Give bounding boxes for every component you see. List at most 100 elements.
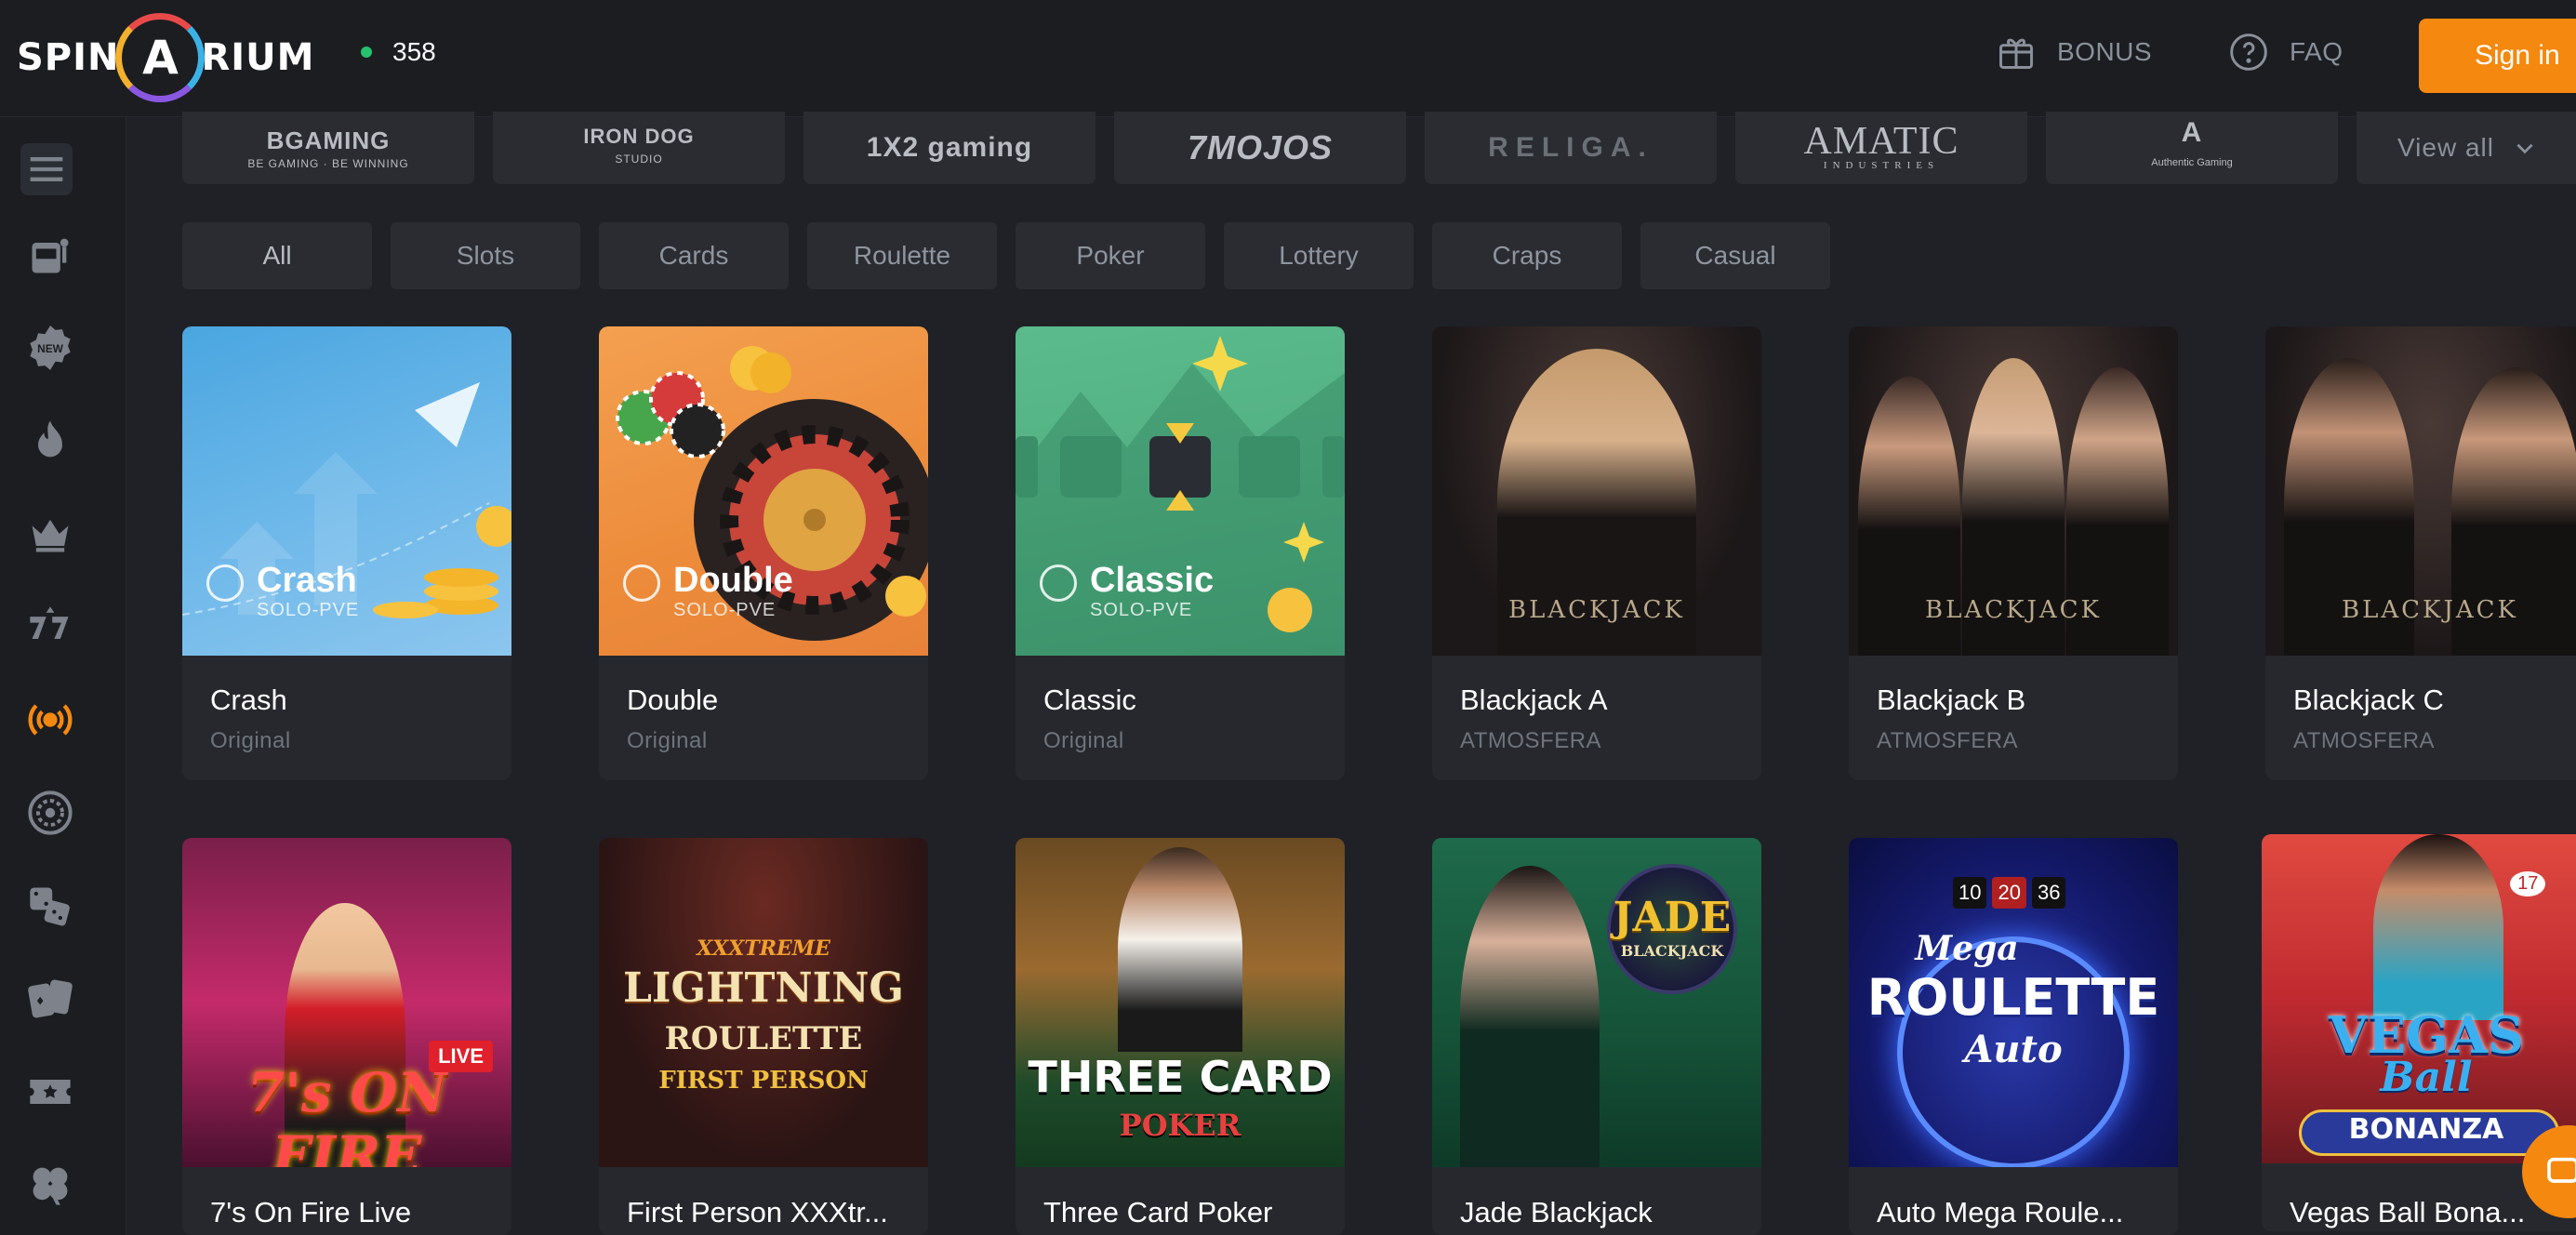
game-card-double[interactable]: Double SOLO-PVE Double Original bbox=[599, 326, 928, 780]
game-card-jade-blackjack[interactable]: JADE BLACKJACK Jade Blackjack bbox=[1432, 838, 1761, 1235]
thumb-subtitle: SOLO-PVE bbox=[1090, 600, 1193, 620]
provider-bgaming[interactable]: BGAMING BE GAMING · BE WINNING bbox=[182, 112, 474, 184]
thumb-title: THREE CARD bbox=[1028, 1052, 1333, 1102]
fire-icon[interactable] bbox=[26, 417, 74, 465]
game-title: Vegas Ball Bona... bbox=[2290, 1196, 2526, 1228]
bonus-link[interactable]: BONUS bbox=[1996, 32, 2152, 73]
thumb-label: Double SOLO-PVE bbox=[623, 561, 793, 621]
new-badge-icon[interactable]: NEW bbox=[26, 324, 74, 372]
game-card-auto-mega-roulette[interactable]: 10 20 36 Mega ROULETTE Auto Auto Mega Ro… bbox=[1849, 838, 2178, 1235]
game-thumbnail: BLACKJACK bbox=[1432, 326, 1761, 656]
game-thumbnail: 3 17 VEGAS Ball BONANZA bbox=[2262, 834, 2576, 1163]
game-card-7s-on-fire[interactable]: 7's ON FIRE LIVE 7's On Fire Live bbox=[182, 838, 511, 1235]
game-card-blackjack-b[interactable]: BLACKJACK Blackjack B ATMOSFERA bbox=[1849, 326, 2178, 780]
game-thumbnail: BLACKJACK bbox=[2265, 326, 2576, 656]
tab-craps[interactable]: Craps bbox=[1432, 222, 1622, 289]
game-card-blackjack-a[interactable]: BLACKJACK Blackjack A ATMOSFERA bbox=[1432, 326, 1761, 780]
tab-cards[interactable]: Cards bbox=[599, 222, 789, 289]
game-card-crash[interactable]: Crash SOLO-PVE Crash Original bbox=[182, 326, 511, 780]
game-title: Blackjack C bbox=[2293, 684, 2444, 716]
game-card-classic[interactable]: Classic SOLO-PVE Classic Original bbox=[1016, 326, 1345, 780]
thumb-title: BLACKJACK bbox=[1925, 596, 2102, 624]
provider-religa[interactable]: RELIGA. bbox=[1425, 112, 1717, 184]
game-provider: ATMOSFERA bbox=[1877, 728, 2019, 753]
tab-lottery[interactable]: Lottery bbox=[1224, 222, 1414, 289]
game-thumbnail: JADE BLACKJACK bbox=[1432, 838, 1761, 1167]
provider-name: AMATIC bbox=[1803, 120, 1959, 163]
spinarium-logo[interactable]: SPIN A RIUM bbox=[17, 11, 314, 104]
online-status-dot-icon bbox=[361, 46, 372, 58]
game-card-three-card-poker[interactable]: THREE CARD POKER Three Card Poker bbox=[1016, 838, 1345, 1235]
logo-ring-letter: A bbox=[142, 31, 179, 85]
thumb-sub: BLACKJACK bbox=[1620, 942, 1724, 960]
provider-authentic-gaming[interactable]: A Authentic Gaming bbox=[2046, 112, 2338, 184]
dice-icon[interactable] bbox=[26, 882, 74, 930]
game-title: Three Card Poker bbox=[1043, 1196, 1273, 1228]
left-sidebar: NEW bbox=[0, 117, 126, 1235]
game-provider: Original bbox=[1043, 728, 1124, 753]
view-all-label: View all bbox=[2397, 133, 2494, 162]
menu-icon[interactable] bbox=[20, 143, 73, 195]
game-thumbnail: THREE CARD POKER bbox=[1016, 838, 1345, 1167]
thumb-subtitle: SOLO-PVE bbox=[257, 600, 360, 620]
sign-in-button[interactable]: Sign in bbox=[2419, 19, 2576, 93]
thumb-bottom: FIRST PERSON bbox=[658, 1067, 869, 1095]
thumb-title: 7's ON FIRE bbox=[246, 1061, 447, 1167]
provider-irondog[interactable]: IRON DOG STUDIO bbox=[493, 112, 785, 184]
chevron-down-icon bbox=[2516, 143, 2533, 154]
provider-name: BGAMING bbox=[266, 126, 391, 154]
faq-link[interactable]: FAQ bbox=[2228, 32, 2344, 73]
view-all-providers-button[interactable]: View all bbox=[2357, 112, 2576, 184]
thumb-label: Classic SOLO-PVE bbox=[1040, 561, 1214, 621]
tab-poker[interactable]: Poker bbox=[1016, 222, 1205, 289]
provider-name: A bbox=[2181, 117, 2203, 148]
tab-slots[interactable]: Slots bbox=[391, 222, 580, 289]
provider-strip: BGAMING BE GAMING · BE WINNING IRON DOG ST… bbox=[182, 112, 2576, 184]
roulette-number: 10 bbox=[1953, 877, 1987, 909]
crown-icon[interactable] bbox=[26, 510, 74, 558]
game-title: Classic bbox=[1043, 684, 1136, 716]
thumb-mid: ROULETTE bbox=[664, 1020, 863, 1057]
ball-number: 17 bbox=[2510, 871, 2546, 896]
tab-all[interactable]: All bbox=[182, 222, 372, 289]
rocket-icon bbox=[206, 564, 244, 602]
thumb-bottom: POKER bbox=[1119, 1108, 1242, 1143]
thumb-title: Crash bbox=[257, 561, 357, 600]
thumb-label: Crash SOLO-PVE bbox=[206, 561, 359, 621]
game-card-blackjack-c[interactable]: BLACKJACK Blackjack C ATMOSFERA bbox=[2265, 326, 2576, 780]
provider-sub: STUDIO bbox=[615, 153, 663, 166]
provider-amatic[interactable]: AMATIC INDUSTRIES bbox=[1735, 112, 2027, 184]
thumb-top: XXXTREME bbox=[697, 936, 830, 961]
provider-sub: Authentic Gaming bbox=[2151, 157, 2233, 168]
thumb-bottom: BONANZA bbox=[2348, 1113, 2504, 1146]
thumb-top: Mega bbox=[1915, 929, 2019, 968]
star-ticket-icon[interactable] bbox=[26, 1068, 74, 1116]
game-title: Blackjack B bbox=[1877, 684, 2026, 716]
provider-1x2gaming[interactable]: 1X2 gaming bbox=[803, 112, 1095, 184]
thumb-title: BLACKJACK bbox=[1508, 596, 1685, 624]
category-tabs: All Slots Cards Roulette Poker Lottery C… bbox=[182, 222, 1830, 289]
provider-sub: INDUSTRIES bbox=[1823, 160, 1940, 171]
cards-icon[interactable] bbox=[26, 975, 74, 1023]
faq-label: FAQ bbox=[2290, 37, 2344, 66]
thumb-title: ROULETTE bbox=[1866, 968, 2160, 1027]
game-card-first-person-xxxtreme[interactable]: XXXTREME LIGHTNING ROULETTE FIRST PERSON… bbox=[599, 838, 928, 1235]
roulette-number: 36 bbox=[2031, 877, 2066, 909]
clover-icon[interactable] bbox=[26, 1161, 74, 1209]
game-thumbnail: XXXTREME LIGHTNING ROULETTE FIRST PERSON bbox=[599, 838, 928, 1167]
lucky-seven-icon[interactable] bbox=[26, 603, 74, 651]
roulette-chip-icon bbox=[623, 564, 660, 602]
game-thumbnail: 10 20 36 Mega ROULETTE Auto bbox=[1849, 838, 2178, 1167]
provider-7mojos[interactable]: 7MOJOS bbox=[1114, 112, 1406, 184]
live-badge: LIVE bbox=[429, 1041, 493, 1072]
tab-roulette[interactable]: Roulette bbox=[807, 222, 997, 289]
live-broadcast-icon[interactable] bbox=[26, 696, 74, 744]
new-badge-text: NEW bbox=[37, 342, 64, 355]
roulette-icon[interactable] bbox=[26, 789, 74, 837]
game-thumbnail: BLACKJACK bbox=[1849, 326, 2178, 656]
bonus-label: BONUS bbox=[2057, 37, 2153, 66]
logo-text-right: RIUM bbox=[201, 36, 315, 79]
tab-casual[interactable]: Casual bbox=[1640, 222, 1830, 289]
game-thumbnail: Double SOLO-PVE bbox=[599, 326, 928, 656]
slot-machine-icon[interactable] bbox=[26, 231, 74, 279]
